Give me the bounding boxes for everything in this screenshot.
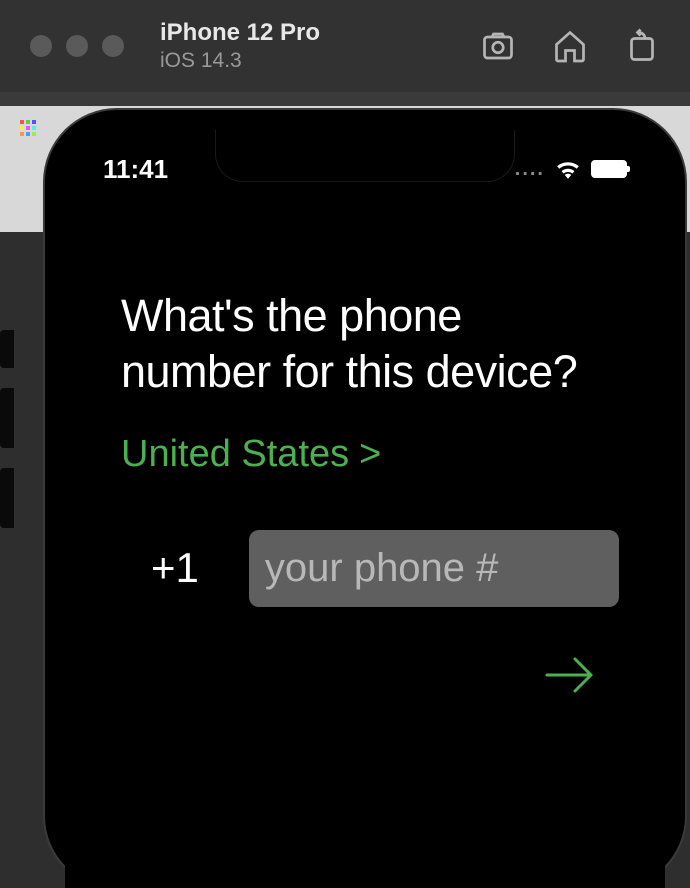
device-name: iPhone 12 Pro — [160, 19, 480, 47]
close-window-button[interactable] — [30, 35, 52, 57]
country-label: United States — [121, 433, 349, 476]
chevron-right-icon: > — [359, 433, 381, 476]
arrow-right-icon — [543, 653, 597, 697]
phone-frame: 11:41 .... What's the phone number for t… — [45, 110, 685, 888]
dial-code: +1 — [151, 544, 199, 592]
maximize-window-button[interactable] — [102, 35, 124, 57]
status-time: 11:41 — [103, 154, 168, 185]
phone-screen: 11:41 .... What's the phone number for t… — [65, 130, 665, 888]
volume-up-button[interactable] — [0, 388, 14, 448]
next-button[interactable] — [121, 653, 609, 697]
window-controls — [30, 35, 124, 57]
grid-icon — [20, 120, 40, 140]
mute-switch[interactable] — [0, 330, 14, 368]
phone-number-input[interactable] — [249, 530, 619, 607]
device-os: iOS 14.3 — [160, 49, 480, 73]
phone-input-row: +1 — [121, 530, 609, 607]
battery-icon — [591, 160, 627, 178]
side-buttons — [0, 330, 14, 548]
notch — [215, 130, 515, 182]
screenshot-icon[interactable] — [480, 28, 516, 64]
country-selector[interactable]: United States > — [121, 433, 609, 476]
minimize-window-button[interactable] — [66, 35, 88, 57]
wifi-icon — [555, 159, 581, 179]
home-icon[interactable] — [552, 28, 588, 64]
simulator-toolbar: iPhone 12 Pro iOS 14.3 — [0, 0, 690, 92]
rotate-icon[interactable] — [624, 28, 660, 64]
content: What's the phone number for this device?… — [65, 198, 665, 697]
status-right: .... — [515, 158, 627, 181]
toolbar-icons — [480, 28, 660, 64]
device-info: iPhone 12 Pro iOS 14.3 — [160, 19, 480, 73]
page-heading: What's the phone number for this device? — [121, 288, 609, 401]
cellular-indicator: .... — [515, 158, 545, 181]
browser-bar — [0, 92, 690, 106]
volume-down-button[interactable] — [0, 468, 14, 528]
